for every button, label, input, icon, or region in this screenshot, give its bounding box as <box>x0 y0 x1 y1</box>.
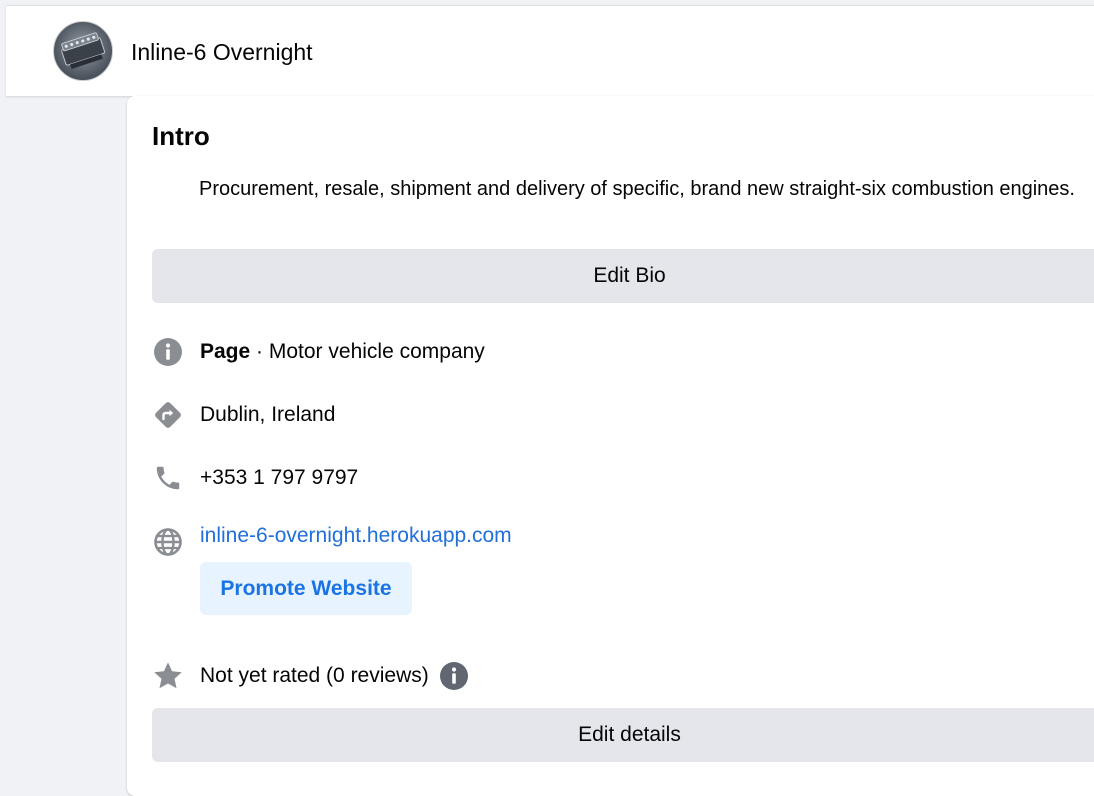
page-avatar[interactable] <box>53 21 113 81</box>
category-label: Page <box>200 340 251 363</box>
intro-card: Intro Procurement, resale, shipment and … <box>127 96 1094 796</box>
page-name[interactable]: Inline-6 Overnight <box>131 39 313 66</box>
info-icon <box>152 336 184 368</box>
page-header: Inline-6 Overnight <box>6 5 1094 96</box>
bio-text: Procurement, resale, shipment and delive… <box>199 178 1075 200</box>
star-icon <box>152 660 184 692</box>
phone-row: +353 1 797 9797 <box>152 462 358 494</box>
location-row: Dublin, Ireland <box>152 399 335 431</box>
category-separator: · <box>250 340 269 363</box>
directions-icon <box>152 399 184 431</box>
rating-row: Not yet rated (0 reviews) <box>152 660 469 692</box>
intro-title: Intro <box>152 121 210 151</box>
edit-details-button[interactable]: Edit details <box>152 708 1094 762</box>
rating-info-icon[interactable] <box>439 661 469 691</box>
phone-text[interactable]: +353 1 797 9797 <box>200 466 358 490</box>
website-row: inline-6-overnight.herokuapp.com <box>152 520 512 556</box>
engine-block-icon <box>61 32 105 69</box>
promote-website-button[interactable]: Promote Website <box>200 562 412 615</box>
phone-icon <box>152 462 184 494</box>
category-row: Page · Motor vehicle company <box>152 336 485 368</box>
location-text: Dublin, Ireland <box>200 403 336 426</box>
globe-icon <box>152 526 184 558</box>
website-link[interactable]: inline-6-overnight.herokuapp.com <box>200 524 512 548</box>
rating-text: Not yet rated (0 reviews) <box>200 664 429 687</box>
edit-bio-button[interactable]: Edit Bio <box>152 249 1094 303</box>
category-value: Motor vehicle company <box>268 340 485 363</box>
